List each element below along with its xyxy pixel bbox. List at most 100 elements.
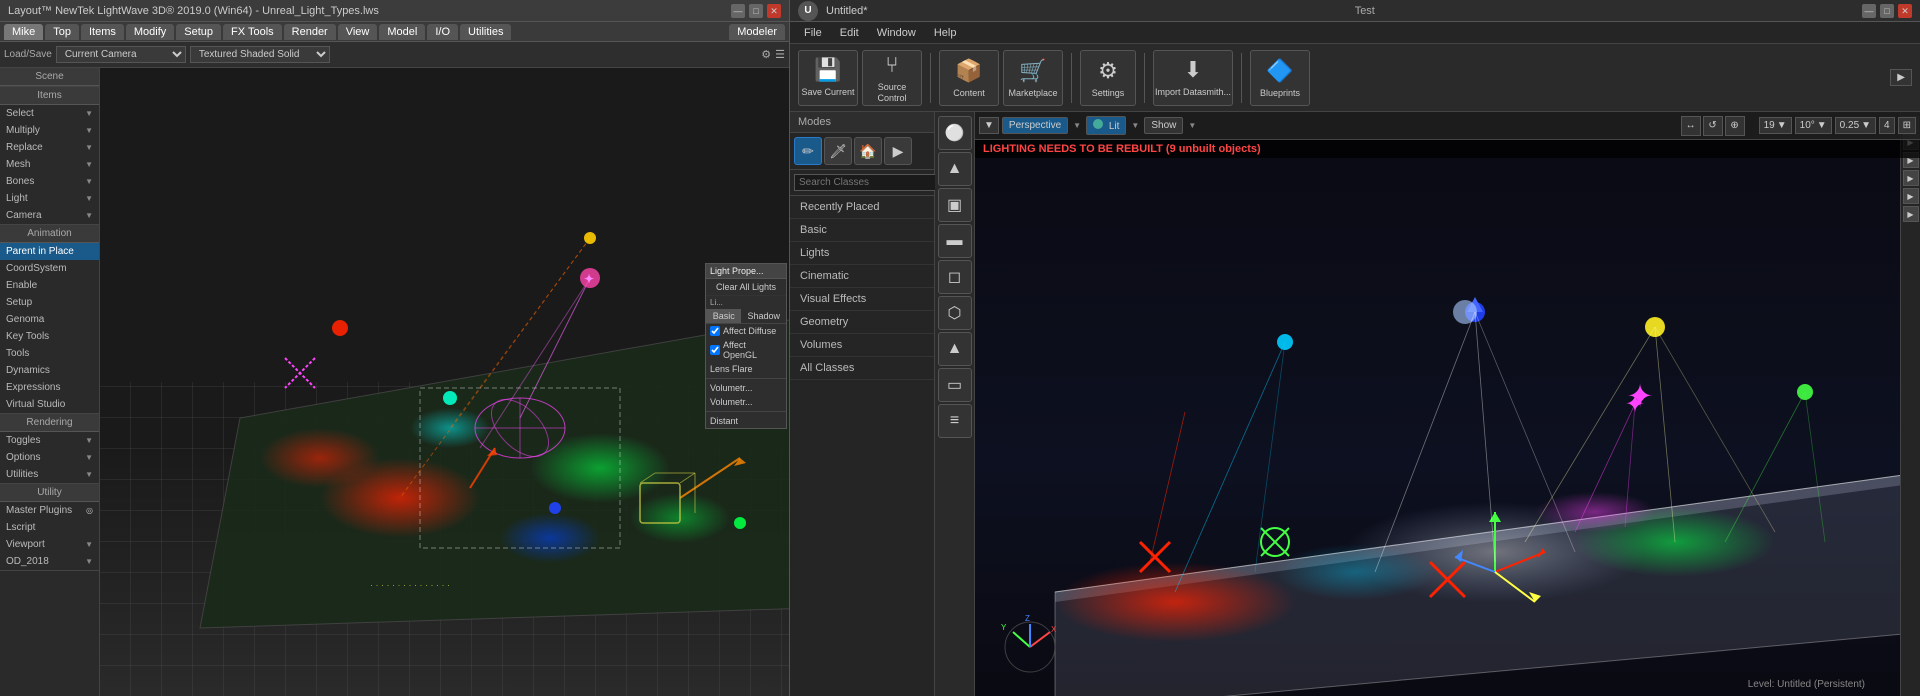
lw-sidebar-item-virtual-studio[interactable]: Virtual Studio [0, 396, 99, 413]
ue-search-input[interactable] [794, 174, 936, 191]
lw-tab-top[interactable]: Top [45, 24, 79, 40]
ue-stair-icon[interactable]: ≡ [938, 404, 972, 438]
lw-tab-modify[interactable]: Modify [126, 24, 174, 40]
ue-transform-scale-btn[interactable]: ⊕ [1725, 116, 1745, 136]
ue-menu-window[interactable]: Window [869, 25, 924, 41]
lw-sidebar-item-dynamics[interactable]: Dynamics [0, 362, 99, 379]
lw-menu-icon[interactable]: ☰ [775, 48, 785, 61]
ue-perspective-arrow[interactable]: ▼ [1071, 121, 1083, 130]
lw-sidebar-item-light[interactable]: Light ▼ [0, 190, 99, 207]
lw-viewport[interactable]: ✦ [100, 68, 789, 696]
lw-sidebar-item-utilities-render[interactable]: Utilities ▼ [0, 466, 99, 483]
light-props-tab-shadow[interactable]: Shadow [741, 309, 786, 323]
affect-opengl-checkbox[interactable] [710, 345, 720, 355]
ue-close-btn[interactable]: ✕ [1898, 4, 1912, 18]
lw-sidebar-item-replace[interactable]: Replace ▼ [0, 139, 99, 156]
lw-sidebar-item-keytools[interactable]: Key Tools [0, 328, 99, 345]
ue-class-lights[interactable]: Lights [790, 242, 934, 265]
ue-menu-edit[interactable]: Edit [832, 25, 867, 41]
ue-menu-file[interactable]: File [796, 25, 830, 41]
lw-tab-io[interactable]: I/O [427, 24, 458, 40]
ue-mode-place-icon[interactable]: ✏ [794, 137, 822, 165]
ue-marketplace-button[interactable]: 🛒 Marketplace [1003, 50, 1063, 106]
lw-sidebar-item-enable[interactable]: Enable [0, 277, 99, 294]
ue-arrow-icon[interactable]: ▲ [938, 152, 972, 186]
lw-sidebar-item-select[interactable]: Select ▼ [0, 105, 99, 122]
lw-minimize-btn[interactable]: — [731, 4, 745, 18]
lw-maximize-btn[interactable]: □ [749, 4, 763, 18]
light-props-tab-basic[interactable]: Basic [706, 309, 741, 323]
lw-sidebar-item-setup[interactable]: Setup [0, 294, 99, 311]
lw-tab-view[interactable]: View [338, 24, 378, 40]
ue-cone-icon[interactable]: ▲ [938, 332, 972, 366]
lw-sidebar-item-od2018[interactable]: OD_2018 ▼ [0, 553, 99, 570]
ue-toolbar-expand-btn[interactable]: ▶ [1890, 69, 1912, 86]
ue-cube-icon[interactable]: ◻ [938, 260, 972, 294]
lw-sidebar-item-expressions[interactable]: Expressions [0, 379, 99, 396]
ue-show-btn[interactable]: Show [1144, 117, 1183, 134]
ue-flat-icon[interactable]: ▭ [938, 368, 972, 402]
lw-settings-icon[interactable]: ⚙ [761, 48, 771, 61]
lw-sidebar-item-viewport[interactable]: Viewport ▼ [0, 536, 99, 553]
ue-grid-snap-btn[interactable]: 19 ▼ [1759, 117, 1792, 134]
ue-sphere-icon[interactable]: ⚪ [938, 116, 972, 150]
lw-sidebar-item-parent-in-place[interactable]: Parent in Place [0, 243, 99, 260]
lw-sidebar-item-bones[interactable]: Bones ▼ [0, 173, 99, 190]
lw-tab-setup[interactable]: Setup [176, 24, 221, 40]
ue-lit-btn[interactable]: Lit [1086, 116, 1126, 135]
ue-perspective-btn[interactable]: Perspective [1002, 117, 1068, 134]
ue-show-arrow[interactable]: ▼ [1186, 121, 1198, 130]
affect-diffuse-checkbox[interactable] [710, 326, 720, 336]
clear-all-lights-button[interactable]: Clear All Lights [706, 279, 786, 296]
lw-tab-utilities[interactable]: Utilities [460, 24, 511, 40]
lw-close-btn[interactable]: ✕ [767, 4, 781, 18]
ue-class-visual-effects[interactable]: Visual Effects [790, 288, 934, 311]
ue-save-current-button[interactable]: 💾 Save Current [798, 50, 858, 106]
lw-tab-mike[interactable]: Mike [4, 24, 43, 40]
ue-import-datasmith-button[interactable]: ⬇ Import Datasmith... [1153, 50, 1233, 106]
ue-class-recently-placed[interactable]: Recently Placed [790, 196, 934, 219]
ue-mode-landscape-icon[interactable]: 🏠 [854, 137, 882, 165]
lw-sidebar-item-multiply[interactable]: Multiply ▼ [0, 122, 99, 139]
ue-class-basic[interactable]: Basic [790, 219, 934, 242]
ue-minimize-btn[interactable]: — [1862, 4, 1876, 18]
lw-tab-fxtools[interactable]: FX Tools [223, 24, 282, 40]
lw-sidebar-item-mesh[interactable]: Mesh ▼ [0, 156, 99, 173]
lw-tab-modeler[interactable]: Modeler [729, 24, 785, 40]
lw-sidebar-item-options[interactable]: Options ▼ [0, 449, 99, 466]
ue-mode-paint-icon[interactable]: 🗡 [824, 137, 852, 165]
lw-sidebar-item-lscript[interactable]: Lscript [0, 519, 99, 536]
ue-main-viewport[interactable]: ▼ Perspective ▼ Lit ▼ Show ▼ ↔ ↺ [975, 112, 1920, 696]
ue-shape-icon[interactable]: ▣ [938, 188, 972, 222]
ue-mode-play-icon[interactable]: ▶ [884, 137, 912, 165]
lw-tab-render[interactable]: Render [284, 24, 336, 40]
ue-strip-btn-5[interactable]: ▶ [1903, 188, 1919, 204]
ue-cylinder-icon[interactable]: ⬡ [938, 296, 972, 330]
ue-class-geometry[interactable]: Geometry [790, 311, 934, 334]
ue-scale-snap-btn[interactable]: 0.25 ▼ [1835, 117, 1876, 134]
ue-class-volumes[interactable]: Volumes [790, 334, 934, 357]
ue-class-all-classes[interactable]: All Classes [790, 357, 934, 380]
ue-transform-rotate-btn[interactable]: ↺ [1703, 116, 1723, 136]
ue-strip-btn-6[interactable]: ▶ [1903, 206, 1919, 222]
ue-settings-button[interactable]: ⚙ Settings [1080, 50, 1136, 106]
ue-menu-help[interactable]: Help [926, 25, 965, 41]
lw-sidebar-item-camera[interactable]: Camera ▼ [0, 207, 99, 224]
ue-content-button[interactable]: 📦 Content [939, 50, 999, 106]
ue-plane-icon[interactable]: ▬ [938, 224, 972, 258]
ue-camera-speed-btn[interactable]: 4 [1879, 117, 1895, 134]
lw-tab-items[interactable]: Items [81, 24, 124, 40]
ue-lit-arrow[interactable]: ▼ [1129, 121, 1141, 130]
lw-sidebar-item-master-plugins[interactable]: Master Plugins ◎ [0, 502, 99, 519]
lw-sidebar-item-tools[interactable]: Tools [0, 345, 99, 362]
lw-tab-model[interactable]: Model [379, 24, 425, 40]
ue-source-control-button[interactable]: ⑂ Source Control [862, 50, 922, 106]
ue-maximize-btn[interactable]: ⊞ [1898, 117, 1916, 134]
ue-maximize-btn[interactable]: □ [1880, 4, 1894, 18]
ue-blueprints-button[interactable]: 🔷 Blueprints [1250, 50, 1310, 106]
lw-camera-select[interactable]: Current Camera [56, 46, 186, 63]
lw-sidebar-item-coordsystem[interactable]: CoordSystem [0, 260, 99, 277]
ue-transform-move-btn[interactable]: ↔ [1681, 116, 1701, 136]
ue-vp-dropdown-btn[interactable]: ▼ [979, 117, 999, 134]
ue-rot-snap-btn[interactable]: 10° ▼ [1795, 117, 1832, 134]
